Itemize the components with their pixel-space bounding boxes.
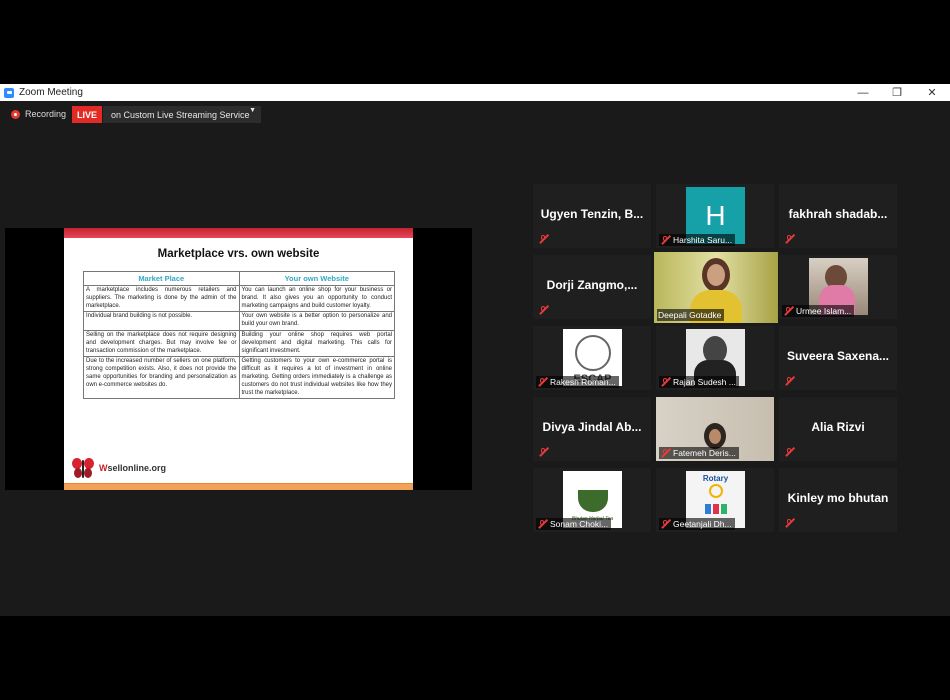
mic-muted-icon — [660, 376, 671, 387]
participant-video-tile[interactable]: Deepali Gotadke — [654, 252, 778, 323]
mic-muted-icon — [784, 517, 795, 528]
butterfly-icon — [71, 456, 95, 480]
recording-label: Recording — [25, 109, 67, 119]
caret-down-icon: ▼ — [249, 107, 256, 114]
live-stream-dropdown[interactable]: on Custom Live Streaming Service ▼ — [103, 106, 261, 123]
mic-muted-icon — [660, 447, 671, 458]
participant-tile[interactable]: Rotary Geetanjali Dh... — [656, 468, 774, 532]
tea-cup-icon — [577, 490, 608, 512]
participant-name: Deepali Gotadke — [658, 310, 722, 320]
table-cell: A marketplace includes numerous retailer… — [83, 284, 240, 313]
slide-footer-bar — [64, 483, 413, 490]
table-row: Selling on the marketplace does not requ… — [83, 329, 395, 358]
participant-tile[interactable]: Dorji Zangmo,... — [533, 255, 651, 319]
participant-name: Dorji Zangmo,... — [546, 278, 638, 292]
participant-tile[interactable]: Kinley mo bhutan — [779, 468, 897, 532]
participant-name: Rajan Sudesh ... — [673, 377, 736, 387]
presentation-slide: Marketplace vrs. own website Market Plac… — [64, 228, 413, 490]
logo-text: sellonline.org — [107, 463, 167, 473]
participant-tile[interactable]: Rajan Sudesh ... — [656, 326, 774, 390]
recording-icon — [11, 110, 20, 119]
recording-bar: Recording LIVE on Custom Live Streaming … — [0, 101, 950, 128]
mic-muted-icon — [784, 233, 795, 244]
participant-name: fakhrah shadab... — [788, 207, 888, 221]
table-row: A marketplace includes numerous retailer… — [83, 284, 395, 313]
slide-header-bar — [64, 228, 413, 238]
restore-icon[interactable]: ❐ — [882, 84, 912, 101]
participant-name: Suveera Saxena... — [786, 349, 890, 363]
comparison-table: Market Place Your own Website A marketpl… — [83, 271, 395, 400]
participant-name: Kinley mo bhutan — [787, 491, 889, 505]
participant-tile[interactable]: ESCAP Rakesh Roman... — [533, 326, 651, 390]
title-bar: Zoom Meeting — ❐ ✕ — [0, 84, 950, 101]
mic-muted-icon — [784, 375, 795, 386]
participant-tile[interactable]: fakhrah shadab... — [779, 184, 897, 248]
table-row: Individual brand building is not possibl… — [83, 311, 395, 331]
mic-muted-icon — [537, 518, 548, 529]
window-title: Zoom Meeting — [19, 87, 83, 98]
participant-name: Urmee Islam... — [796, 306, 852, 316]
shared-screen: Marketplace vrs. own website Market Plac… — [5, 228, 472, 490]
participant-tile[interactable]: Alia Rizvi — [779, 397, 897, 461]
logo-text: Rotary — [702, 474, 729, 483]
participant-tile[interactable]: H Harshita Saru... — [656, 184, 774, 248]
participant-tile[interactable]: Ugyen Tenzin, B... — [533, 184, 651, 248]
sellonline-logo: Wsellonline.org — [71, 456, 166, 480]
participant-tile[interactable]: Suveera Saxena... — [779, 326, 897, 390]
stream-service-label: on Custom Live Streaming Service — [111, 109, 250, 120]
rotary-wheel-icon — [708, 484, 723, 498]
participant-name: Alia Rizvi — [811, 420, 865, 434]
participant-tile[interactable]: Divya Jindal Ab... — [533, 397, 651, 461]
mic-muted-icon — [537, 376, 548, 387]
zoom-window: Zoom Meeting — ❐ ✕ Recording LIVE on Cus… — [0, 84, 950, 616]
mic-muted-icon — [783, 305, 794, 316]
table-cell: Getting customers to your own e-commerce… — [238, 356, 395, 400]
zoom-logo-icon — [4, 87, 14, 98]
participant-name: Rakesh Roman... — [550, 377, 616, 387]
mic-muted-icon — [660, 518, 671, 529]
table-cell: Due to the increased number of sellers o… — [83, 356, 240, 400]
participant-name: Geetanjali Dh... — [673, 519, 732, 529]
table-cell: Selling on the marketplace does not requ… — [83, 329, 240, 358]
participant-name: Sonam Choki... — [550, 519, 609, 529]
mic-muted-icon — [538, 233, 549, 244]
table-cell: Your own website is a better option to p… — [238, 311, 395, 331]
mic-muted-icon — [660, 234, 671, 245]
participant-tile[interactable]: Bhutan Herbal Tea Sonam Choki... — [533, 468, 651, 532]
participant-tile[interactable]: Urmee Islam... — [779, 255, 897, 319]
mic-muted-icon — [784, 446, 795, 457]
slide-title: Marketplace vrs. own website — [157, 248, 320, 260]
un-emblem-icon — [574, 335, 611, 371]
table-cell: You can launch an online shop for your b… — [238, 284, 395, 313]
minimize-icon[interactable]: — — [848, 84, 878, 101]
participant-video-tile[interactable]: Fatemeh Deris... — [656, 397, 774, 461]
column-header: Your own Website — [238, 271, 395, 286]
participant-name: Ugyen Tenzin, B... — [540, 207, 644, 221]
mic-muted-icon — [538, 304, 549, 315]
close-icon[interactable]: ✕ — [917, 84, 947, 101]
logo-prefix: W — [99, 463, 108, 473]
participant-name: Harshita Saru... — [673, 235, 733, 245]
table-cell: Individual brand building is not possibl… — [83, 311, 240, 331]
column-header: Market Place — [83, 271, 240, 286]
participant-name: Fatemeh Deris... — [673, 448, 736, 458]
participant-name: Divya Jindal Ab... — [542, 420, 642, 434]
live-badge[interactable]: LIVE — [72, 106, 102, 123]
table-cell: Building your online shop requires web p… — [238, 329, 395, 358]
mic-muted-icon — [538, 446, 549, 457]
table-row: Due to the increased number of sellers o… — [83, 356, 395, 400]
